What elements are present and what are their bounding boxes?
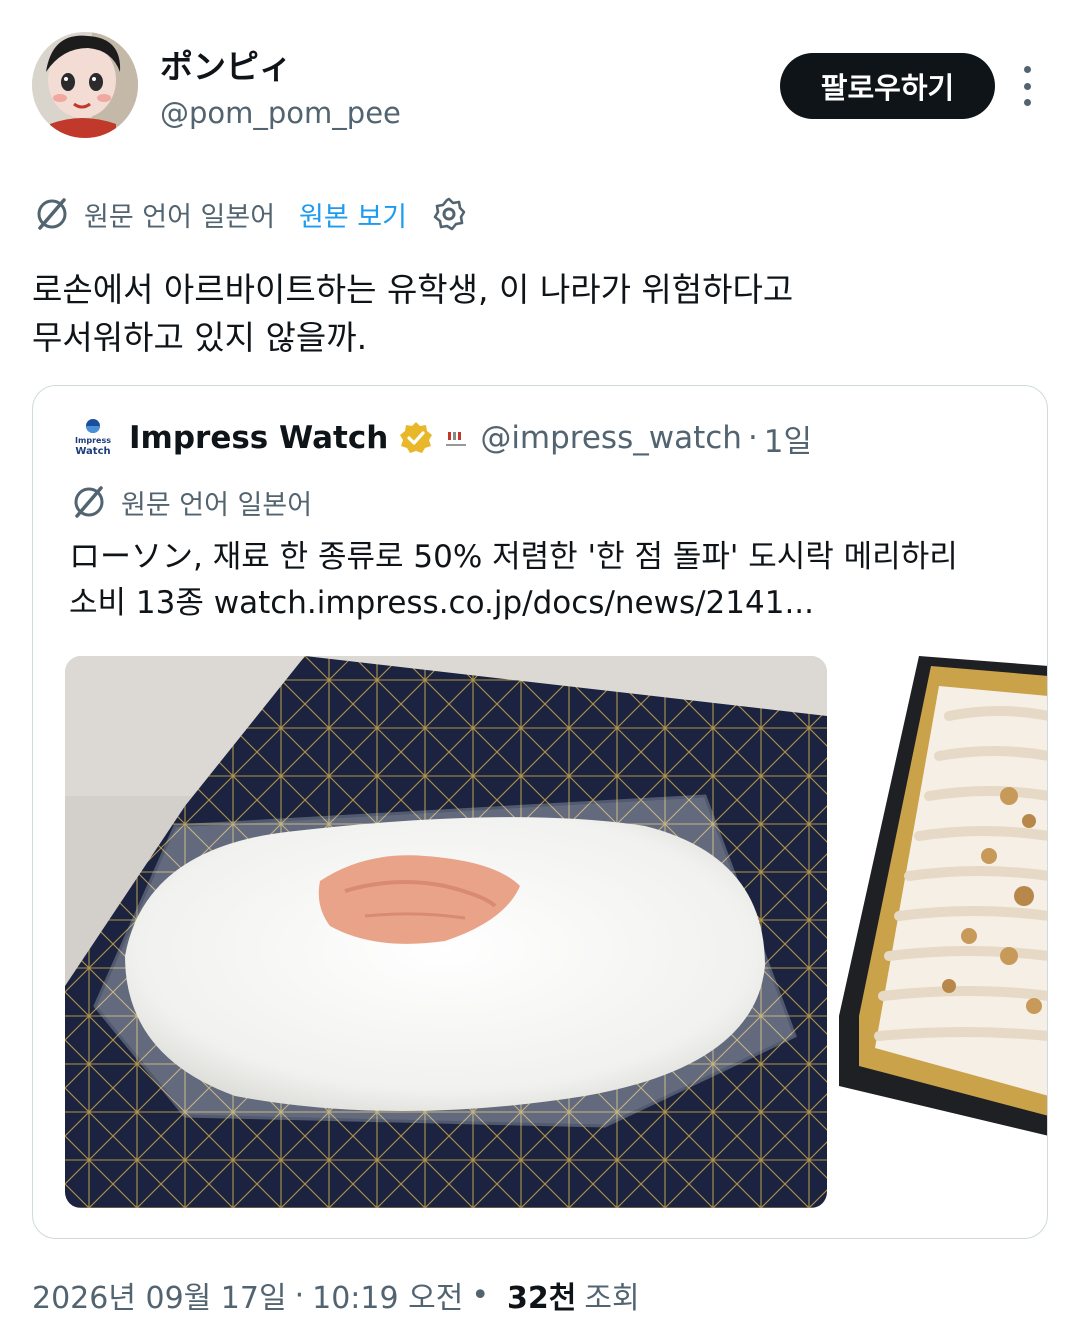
avatar-image <box>32 32 138 138</box>
quoted-tweet-card[interactable]: Impress Watch Impress Watch @impress_wat… <box>32 385 1048 1239</box>
post-date[interactable]: 2026년 09월 17일 <box>32 1273 287 1317</box>
quoted-text-line-2: 소비 13종 watch.impress.co.jp/docs/news/214… <box>69 585 815 621</box>
affiliate-badge-icon <box>442 424 470 452</box>
post-time[interactable]: 10:19 오전 <box>312 1273 463 1317</box>
gear-icon[interactable] <box>431 196 467 232</box>
svg-text:Watch: Watch <box>75 446 110 457</box>
more-vertical-icon[interactable] <box>1010 66 1044 106</box>
source-language-label: 원문 언어 일본어 <box>84 201 276 233</box>
follow-button[interactable]: 팔로우하기 <box>780 53 995 119</box>
translate-icon <box>32 194 72 234</box>
quoted-source-language-label: 원문 언어 일본어 <box>121 489 313 521</box>
quoted-author-handle[interactable]: @impress_watch <box>480 420 742 456</box>
quoted-translation-row: 원문 언어 일본어 <box>69 482 312 522</box>
views-label: 조회 <box>584 1281 640 1316</box>
impress-watch-logo[interactable]: Impress Watch <box>71 416 115 460</box>
tweet-metadata: 2026년 09월 17일 · 10:19 오전 • 32천 조회 <box>32 1273 640 1317</box>
quoted-author-name[interactable]: Impress Watch <box>129 420 388 456</box>
translate-icon <box>69 482 109 522</box>
quoted-tweet-header: Impress Watch Impress Watch @impress_wat… <box>71 408 812 468</box>
separator-dot: · <box>294 1277 305 1313</box>
verified-badge-icon <box>398 420 434 456</box>
show-original-link[interactable]: 원본 보기 <box>299 195 407 234</box>
quoted-timestamp[interactable]: 1일 <box>764 416 812 461</box>
svg-text:Impress: Impress <box>75 436 111 445</box>
avatar[interactable] <box>32 32 138 138</box>
media-image-noodle-box[interactable] <box>839 656 1047 1208</box>
tweet-text: 로손에서 아르바이트하는 유학생, 이 나라가 위험하다고 무서워하고 있지 않… <box>32 266 1042 362</box>
quoted-text-line-1: ローソン, 재료 한 종류로 50% 저렴한 '한 점 돌파' 도시락 메리하리 <box>69 539 958 575</box>
views-count[interactable]: 32천 <box>507 1273 576 1317</box>
media-image-bento-rice[interactable] <box>65 656 827 1208</box>
display-name[interactable]: ポンピィ <box>160 40 292 88</box>
translation-row: 원문 언어 일본어 원본 보기 <box>32 192 467 236</box>
separator-dot: · <box>747 420 758 456</box>
tweet-text-line-2: 무서워하고 있지 않을까. <box>32 318 368 357</box>
user-handle[interactable]: @pom_pom_pee <box>160 96 401 130</box>
tweet-text-line-1: 로손에서 아르바이트하는 유학생, 이 나라가 위험하다고 <box>32 270 794 309</box>
separator-bullet: • <box>471 1277 490 1313</box>
quoted-tweet-text: ローソン, 재료 한 종류로 50% 저렴한 '한 점 돌파' 도시락 메리하리… <box>69 534 1029 626</box>
